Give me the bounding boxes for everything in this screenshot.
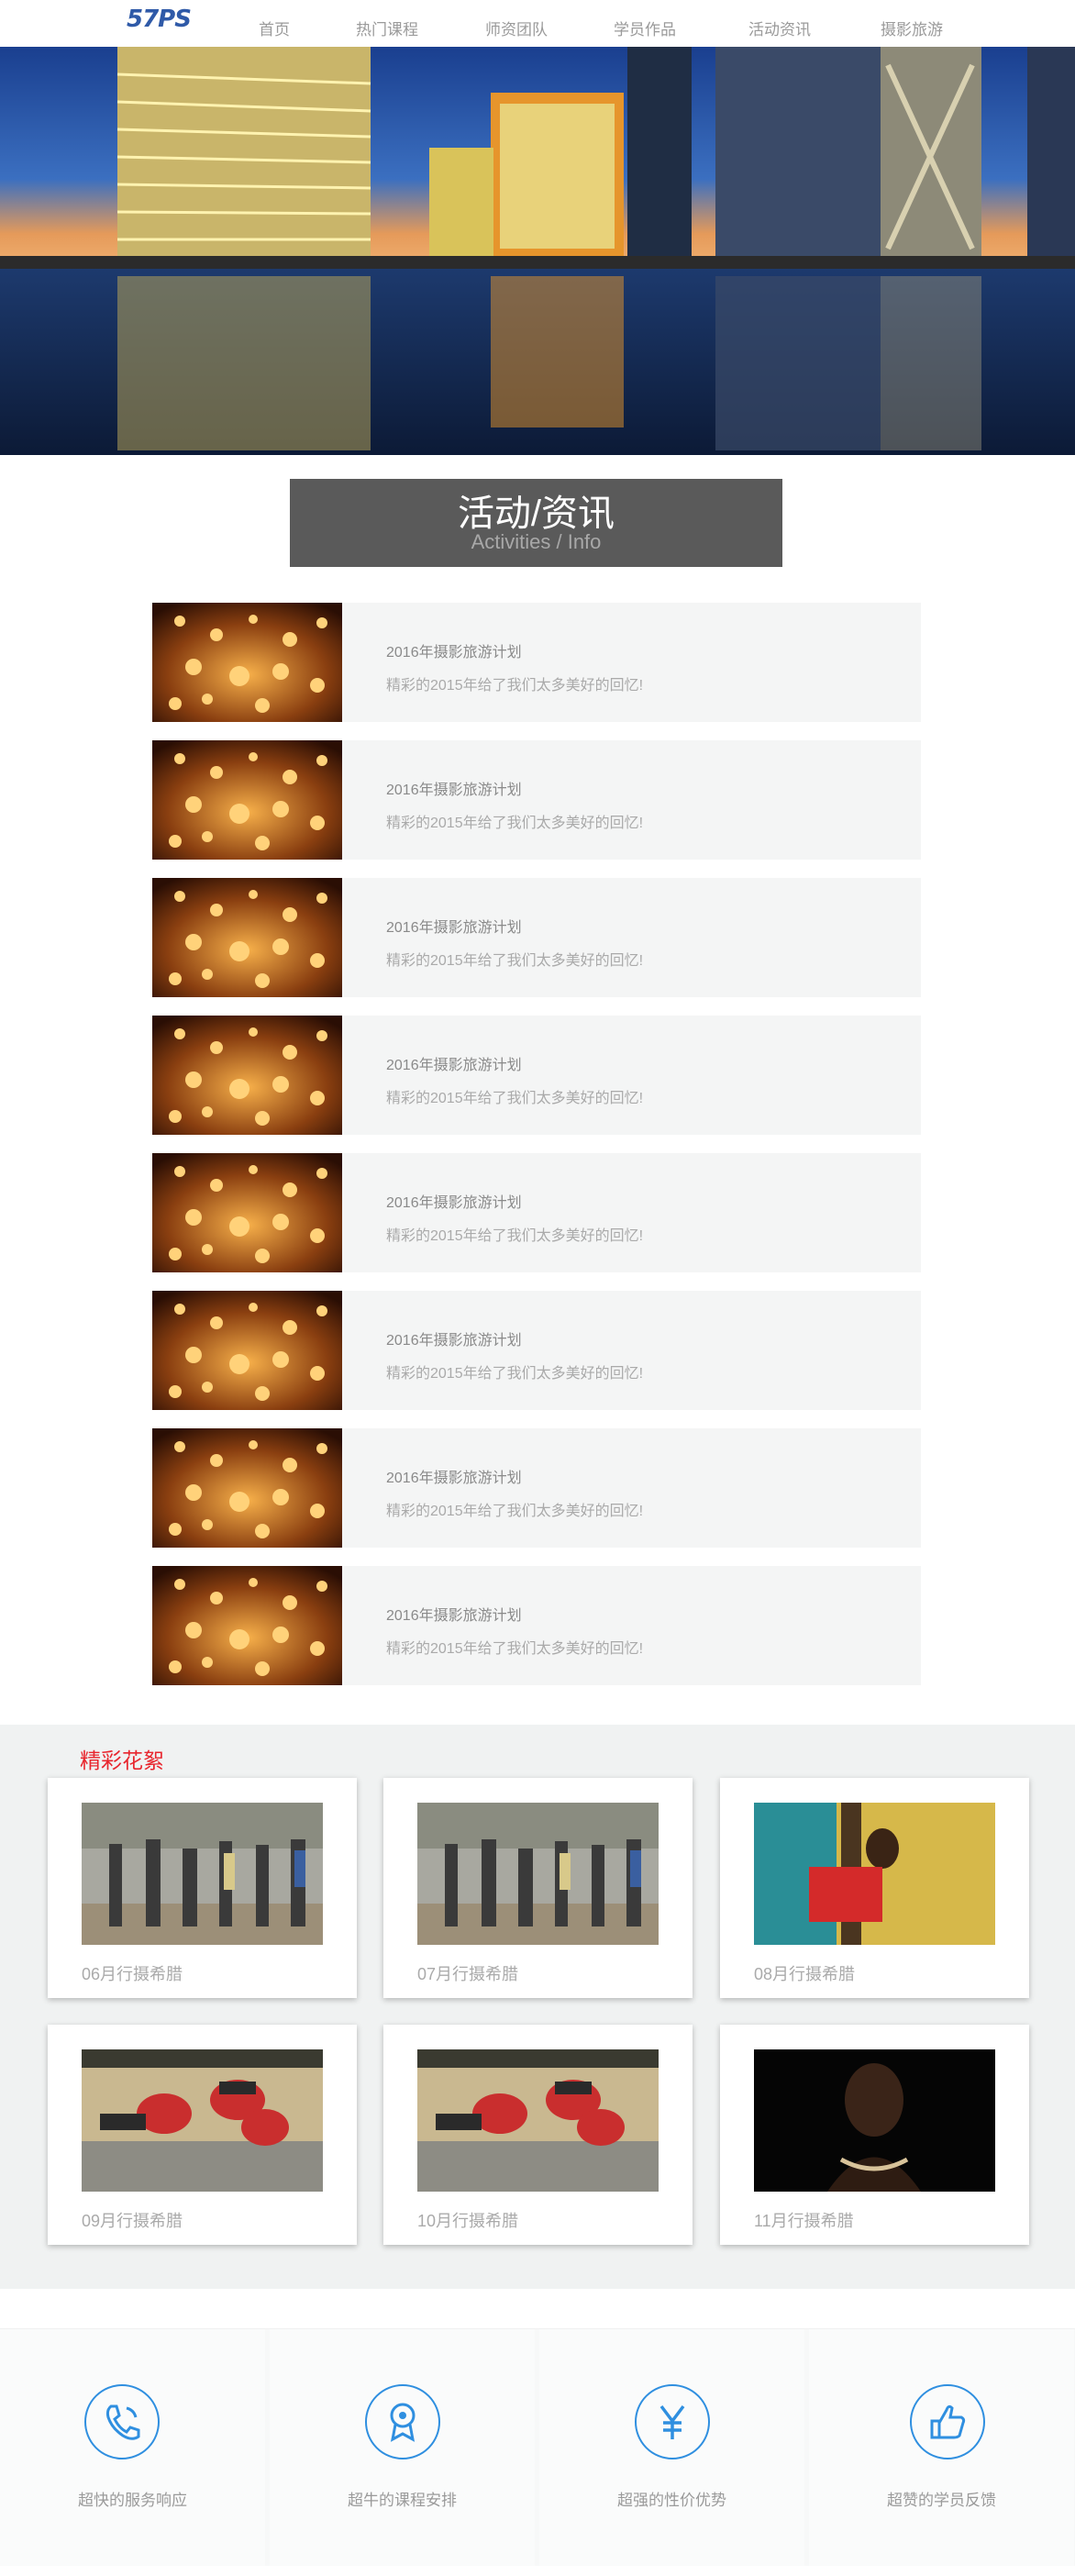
- news-item[interactable]: 2016年摄影旅游计划精彩的2015年给了我们太多美好的回忆!: [152, 603, 921, 722]
- thumbs-up-icon: [910, 2384, 985, 2459]
- hero-banner-image: [0, 47, 1075, 455]
- news-title[interactable]: 2016年摄影旅游计划: [386, 1603, 522, 1625]
- news-title[interactable]: 2016年摄影旅游计划: [386, 639, 522, 661]
- gallery-card[interactable]: 08月行摄希腊: [720, 1778, 1029, 1998]
- lantern-photo: [152, 1016, 342, 1135]
- award-ribbon-icon: [365, 2384, 440, 2459]
- news-item[interactable]: 2016年摄影旅游计划精彩的2015年给了我们太多美好的回忆!: [152, 740, 921, 860]
- lantern-photo: [152, 1153, 342, 1272]
- phone-icon: [84, 2384, 160, 2459]
- feature-label: 超强的性价优势: [617, 2492, 726, 2509]
- nav-photo-travel[interactable]: 摄影旅游: [881, 17, 943, 39]
- card-caption: 06月行摄希腊: [82, 1965, 183, 1983]
- card-caption: 08月行摄希腊: [754, 1965, 856, 1983]
- gallery-card[interactable]: 07月行摄希腊: [383, 1778, 693, 1998]
- nav-courses[interactable]: 热门课程: [356, 17, 418, 39]
- news-desc: 精彩的2015年给了我们太多美好的回忆!: [386, 1641, 644, 1657]
- feature-label: 超牛的课程安排: [348, 2492, 457, 2509]
- news-title[interactable]: 2016年摄影旅游计划: [386, 1190, 522, 1212]
- gallery-title: 精彩花絮: [80, 1749, 164, 1772]
- card-caption: 07月行摄希腊: [417, 1965, 519, 1983]
- portrait-photo: [754, 2049, 995, 2192]
- nav-teachers[interactable]: 师资团队: [485, 17, 548, 39]
- news-item[interactable]: 2016年摄影旅游计划精彩的2015年给了我们太多美好的回忆!: [152, 1428, 921, 1548]
- card-caption: 09月行摄希腊: [82, 2212, 183, 2230]
- news-title[interactable]: 2016年摄影旅游计划: [386, 777, 522, 799]
- section-title-en: Activities / Info: [471, 530, 602, 553]
- news-item[interactable]: 2016年摄影旅游计划精彩的2015年给了我们太多美好的回忆!: [152, 1153, 921, 1272]
- news-desc: 精彩的2015年给了我们太多美好的回忆!: [386, 1504, 644, 1519]
- news-desc: 精彩的2015年给了我们太多美好的回忆!: [386, 1091, 644, 1106]
- card-caption: 11月行摄希腊: [754, 2212, 854, 2230]
- feature-item: 超赞的学员反馈: [809, 2329, 1074, 2566]
- news-desc: 精彩的2015年给了我们太多美好的回忆!: [386, 1366, 644, 1382]
- lantern-photo: [152, 1428, 342, 1548]
- photographers-photo: [82, 1803, 323, 1945]
- news-desc: 精彩的2015年给了我们太多美好的回忆!: [386, 953, 644, 969]
- section-title-box: 活动/资讯 Activities / Info: [290, 479, 782, 567]
- nav-activities[interactable]: 活动资讯: [748, 17, 811, 39]
- gallery-card[interactable]: 09月行摄希腊: [48, 2025, 357, 2245]
- news-title[interactable]: 2016年摄影旅游计划: [386, 1327, 522, 1349]
- nav-home[interactable]: 首页: [259, 17, 290, 39]
- photographers-photo: [417, 1803, 659, 1945]
- news-title[interactable]: 2016年摄影旅游计划: [386, 1465, 522, 1487]
- news-item[interactable]: 2016年摄影旅游计划精彩的2015年给了我们太多美好的回忆!: [152, 1566, 921, 1685]
- lantern-photo: [152, 740, 342, 860]
- lantern-photo: [152, 878, 342, 997]
- site-logo[interactable]: 57PS: [127, 6, 192, 33]
- gallery-card[interactable]: 10月行摄希腊: [383, 2025, 693, 2245]
- feature-label: 超快的服务响应: [78, 2492, 187, 2509]
- feature-item: 超牛的课程安排: [270, 2329, 535, 2566]
- news-title[interactable]: 2016年摄影旅游计划: [386, 915, 522, 937]
- news-item[interactable]: 2016年摄影旅游计划精彩的2015年给了我们太多美好的回忆!: [152, 1016, 921, 1135]
- gallery-section: 精彩花絮 06月行摄希腊 07月行摄希腊 08月行摄希腊 09月行摄希腊 10月…: [0, 1725, 1075, 2289]
- news-desc: 精彩的2015年给了我们太多美好的回忆!: [386, 816, 644, 831]
- news-title[interactable]: 2016年摄影旅游计划: [386, 1052, 522, 1074]
- safari-photo: [82, 2049, 323, 2192]
- safari-photo: [417, 2049, 659, 2192]
- gallery-card[interactable]: 11月行摄希腊: [720, 2025, 1029, 2245]
- news-desc: 精彩的2015年给了我们太多美好的回忆!: [386, 1228, 644, 1244]
- lantern-photo: [152, 1566, 342, 1685]
- lantern-photo: [152, 603, 342, 722]
- feature-item: 超快的服务响应: [0, 2329, 265, 2566]
- section-title-cn: 活动/资讯: [457, 494, 615, 534]
- gallery-card[interactable]: 06月行摄希腊: [48, 1778, 357, 1998]
- feature-label: 超赞的学员反馈: [887, 2492, 996, 2509]
- nav-student-works[interactable]: 学员作品: [614, 17, 676, 39]
- feature-item: 超强的性价优势: [539, 2329, 804, 2566]
- features-section: 超快的服务响应 超牛的课程安排 超强的性价优势 超赞的学员反馈: [0, 2328, 1075, 2566]
- lantern-photo: [152, 1291, 342, 1410]
- news-item[interactable]: 2016年摄影旅游计划精彩的2015年给了我们太多美好的回忆!: [152, 1291, 921, 1410]
- yen-icon: [635, 2384, 710, 2459]
- child-at-door-photo: [754, 1803, 995, 1945]
- top-nav: 57PS 首页 热门课程 师资团队 学员作品 活动资讯 摄影旅游: [0, 0, 1075, 46]
- news-item[interactable]: 2016年摄影旅游计划精彩的2015年给了我们太多美好的回忆!: [152, 878, 921, 997]
- news-desc: 精彩的2015年给了我们太多美好的回忆!: [386, 678, 644, 694]
- card-caption: 10月行摄希腊: [417, 2212, 519, 2230]
